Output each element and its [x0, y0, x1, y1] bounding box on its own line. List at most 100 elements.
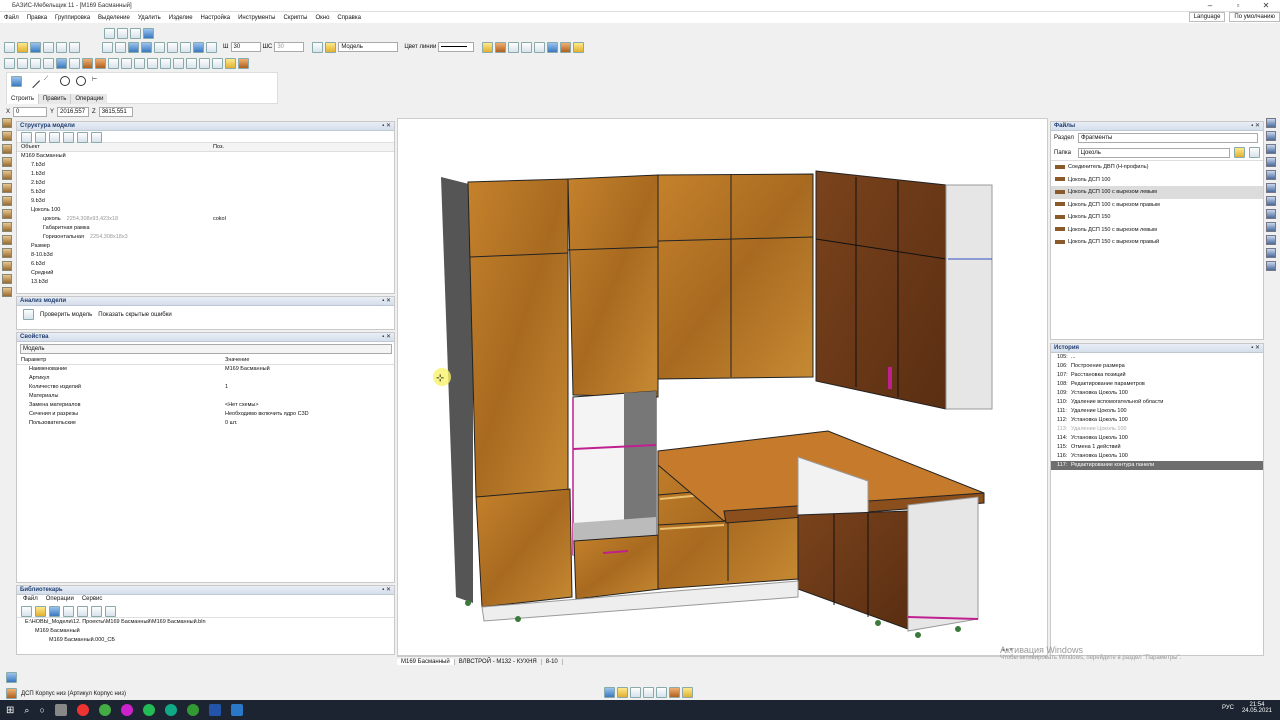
library-menu-file[interactable]: Файл: [23, 596, 38, 604]
box-2-icon[interactable]: [17, 57, 28, 69]
tree-1-icon[interactable]: [21, 132, 32, 143]
library-path[interactable]: E:\НОВЫ_Модели\12. Проекты\М169 Басманны…: [17, 618, 394, 627]
windows-start-icon[interactable]: ⊞: [6, 705, 14, 716]
rtool-6-icon[interactable]: [1266, 183, 1276, 193]
whatsapp-icon[interactable]: [142, 704, 155, 716]
save-icon[interactable]: [30, 41, 41, 53]
property-row[interactable]: Замена материалов <Нет схемы>: [17, 401, 394, 410]
bulb-icon[interactable]: [325, 41, 337, 53]
view-3-icon[interactable]: [630, 687, 641, 698]
dimension-icon[interactable]: ⊢: [92, 76, 102, 86]
app-3-icon[interactable]: [120, 704, 133, 716]
history-item[interactable]: 113: Удаление Цоколь 100: [1051, 425, 1263, 434]
tool-12-icon[interactable]: [2, 261, 12, 271]
app-2-icon[interactable]: [98, 704, 111, 716]
properties-select[interactable]: Модель: [20, 344, 392, 354]
tree-node[interactable]: 8-10.b3d: [17, 251, 394, 260]
w-field[interactable]: 30: [230, 42, 261, 52]
panel-close-icon[interactable]: ▪ ✕: [382, 122, 391, 131]
panel-close-icon[interactable]: ▪ ✕: [382, 297, 391, 306]
cube-4-icon[interactable]: [147, 57, 158, 69]
rtool-3-icon[interactable]: [1266, 144, 1276, 154]
tree-node[interactable]: 7.b3d: [17, 161, 394, 170]
tool-8-icon[interactable]: [2, 209, 12, 219]
show-hidden-errors-button[interactable]: Показать скрытые ошибки: [98, 312, 171, 318]
property-row[interactable]: Пользовательские 0 шт.: [17, 419, 394, 428]
x-field[interactable]: 0: [13, 107, 48, 117]
cube-3-icon[interactable]: [134, 57, 145, 69]
calc-icon[interactable]: [508, 41, 520, 53]
menu-scripts[interactable]: Скрипты: [280, 15, 312, 21]
file-item[interactable]: Соединитель ДВП (Н-профиль): [1051, 161, 1263, 174]
tool-10-icon[interactable]: [2, 235, 12, 245]
file-item[interactable]: Цоколь ДСП 100 с вырезом левым: [1051, 186, 1263, 199]
tab-doc-2[interactable]: ВЛВСТРОЙ - М132 - КУХНЯ: [455, 659, 542, 665]
tool-7-icon[interactable]: [2, 196, 12, 206]
history-item[interactable]: 106: Построение размера: [1051, 362, 1263, 371]
view-6-icon[interactable]: [669, 687, 680, 698]
tool-5-icon[interactable]: [2, 170, 12, 180]
rtool-10-icon[interactable]: [1266, 235, 1276, 245]
z-field[interactable]: 3615,551: [98, 107, 133, 117]
folder-up-icon[interactable]: [1234, 147, 1246, 158]
cube-5-icon[interactable]: [160, 57, 171, 69]
sigma-icon[interactable]: [521, 41, 533, 53]
box-3-icon[interactable]: [30, 57, 41, 69]
view-7-icon[interactable]: [682, 687, 693, 698]
history-item[interactable]: 111: Удаление Цоколь 100: [1051, 407, 1263, 416]
menu-tools[interactable]: Инструменты: [234, 15, 279, 21]
panel-icon[interactable]: [495, 41, 507, 53]
rtool-8-icon[interactable]: [1266, 209, 1276, 219]
tree-node[interactable]: 2.b3d: [17, 179, 394, 188]
zoom-window-icon[interactable]: [104, 27, 115, 39]
tree-2-icon[interactable]: [35, 132, 46, 143]
rtool-9-icon[interactable]: [1266, 222, 1276, 232]
no-icon[interactable]: [212, 57, 223, 69]
yandex-icon[interactable]: [76, 704, 89, 716]
magnet-icon[interactable]: [141, 41, 152, 53]
rtool-5-icon[interactable]: [1266, 170, 1276, 180]
view-5-icon[interactable]: [656, 687, 667, 698]
y-field[interactable]: 2016,557: [57, 107, 90, 117]
rtool-1-icon[interactable]: [1266, 118, 1276, 128]
word-icon[interactable]: [208, 704, 221, 716]
snap-icon[interactable]: [102, 41, 113, 53]
circle-icon[interactable]: [76, 76, 86, 86]
panel-close-icon[interactable]: ▪ ✕: [1251, 344, 1260, 353]
tool-2-icon[interactable]: [2, 131, 12, 141]
task-view-icon[interactable]: ○: [39, 705, 44, 715]
history-item[interactable]: 117: Редактирование контура панели: [1051, 461, 1263, 470]
folder-search-icon[interactable]: [1249, 147, 1261, 158]
layer-eye-icon[interactable]: [312, 41, 324, 53]
menu-product[interactable]: Изделие: [165, 15, 197, 21]
rtool-11-icon[interactable]: [1266, 248, 1276, 258]
tool-1-icon[interactable]: [2, 118, 12, 128]
history-item[interactable]: 110: Удаление вспомогательной области: [1051, 398, 1263, 407]
tray-lang[interactable]: РУС: [1222, 705, 1234, 711]
file-item[interactable]: Цоколь ДСП 150 с вырезом левым: [1051, 224, 1263, 237]
history-item[interactable]: 114: Установка Цоколь 100: [1051, 434, 1263, 443]
history-item[interactable]: 109: Установка Цоколь 100: [1051, 389, 1263, 398]
tree-node[interactable]: Цоколь 100: [17, 206, 394, 215]
close-icon[interactable]: ✕: [1252, 0, 1280, 12]
zoom-icon[interactable]: [130, 27, 141, 39]
tree-node[interactable]: 6.b3d: [17, 260, 394, 269]
rtool-4-icon[interactable]: [1266, 157, 1276, 167]
tool-4-icon[interactable]: [2, 157, 12, 167]
property-row[interactable]: Количество изделий 1: [17, 383, 394, 392]
file-item[interactable]: Цоколь ДСП 100 с вырезом правым: [1051, 199, 1263, 212]
tree-node[interactable]: Горизонтальная 2254,308x18x3: [17, 233, 394, 242]
menu-select[interactable]: Выделение: [94, 15, 134, 21]
tab-build[interactable]: Строить: [7, 94, 39, 104]
cursor-icon[interactable]: [128, 41, 139, 53]
library-menu-operations[interactable]: Операции: [46, 596, 74, 604]
layers-icon[interactable]: [206, 41, 217, 53]
library-item-project[interactable]: М169 Басманный: [17, 627, 394, 636]
property-row[interactable]: Артикул: [17, 374, 394, 383]
tool-11-icon[interactable]: [2, 248, 12, 258]
menu-delete[interactable]: Удалить: [134, 15, 165, 21]
history-item[interactable]: 116: Установка Цоколь 100: [1051, 452, 1263, 461]
menu-window[interactable]: Окно: [311, 15, 333, 21]
box-5-icon[interactable]: [56, 57, 67, 69]
tab-operations[interactable]: Операции: [71, 94, 108, 104]
